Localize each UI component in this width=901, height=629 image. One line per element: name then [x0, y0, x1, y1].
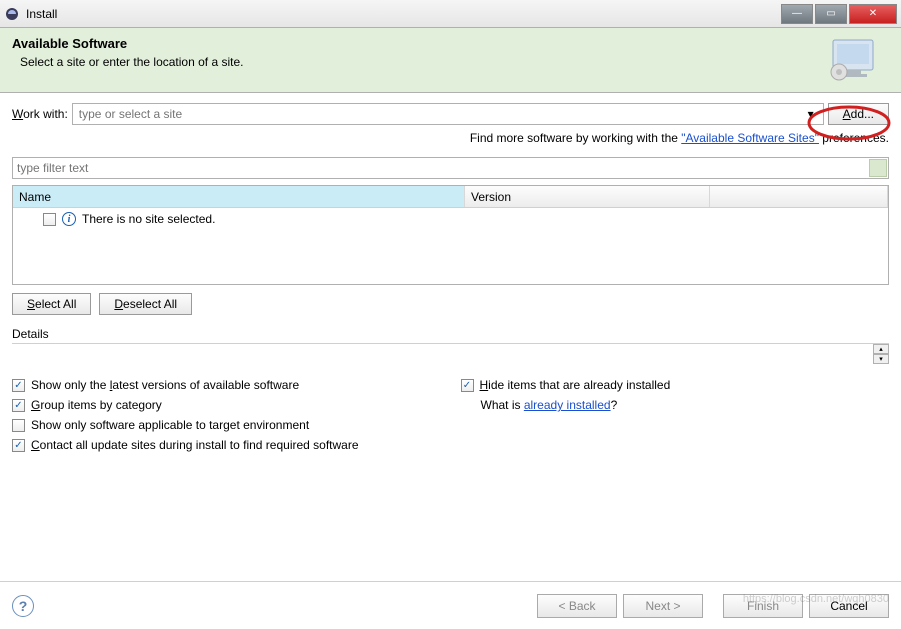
options-grid: ✓ Show only the latest versions of avail… — [12, 378, 889, 452]
dropdown-icon[interactable]: ▾ — [803, 107, 819, 121]
finish-button[interactable]: Finish — [723, 594, 803, 618]
column-rest — [710, 186, 888, 207]
clear-filter-button[interactable] — [869, 159, 887, 177]
add-button[interactable]: Add... — [828, 103, 889, 125]
header-subtitle: Select a site or enter the location of a… — [12, 55, 825, 69]
header-title: Available Software — [12, 36, 825, 51]
window-controls: — ▭ ✕ — [779, 4, 897, 24]
applicable-env-checkbox[interactable]: Show only software applicable to target … — [12, 418, 441, 432]
details-label: Details — [12, 327, 889, 344]
empty-message: There is no site selected. — [82, 212, 215, 226]
show-latest-checkbox[interactable]: ✓ Show only the latest versions of avail… — [12, 378, 441, 392]
work-with-combo[interactable]: ▾ — [72, 103, 824, 125]
cancel-button[interactable]: Cancel — [809, 594, 889, 618]
maximize-button[interactable]: ▭ — [815, 4, 847, 24]
minimize-button[interactable]: — — [781, 4, 813, 24]
info-icon: i — [62, 212, 76, 226]
filter-input[interactable] — [12, 157, 889, 179]
work-with-row: Work with: ▾ Add... — [12, 103, 889, 125]
work-with-input[interactable] — [77, 106, 803, 122]
close-button[interactable]: ✕ — [849, 4, 897, 24]
wizard-footer: ? < Back Next > Finish Cancel — [0, 581, 901, 629]
group-category-checkbox[interactable]: ✓ Group items by category — [12, 398, 441, 412]
select-all-button[interactable]: Select All — [12, 293, 91, 315]
back-button[interactable]: < Back — [537, 594, 617, 618]
wizard-header: Available Software Select a site or ente… — [0, 28, 901, 93]
details-box: ▴ ▾ — [12, 344, 889, 364]
filter-wrap — [12, 157, 889, 179]
deselect-all-button[interactable]: Deselect All — [99, 293, 192, 315]
table-row: i There is no site selected. — [13, 208, 888, 230]
find-more-hint: Find more software by working with the "… — [12, 131, 889, 145]
what-is-hint: What is already installed? — [461, 398, 890, 412]
column-version[interactable]: Version — [465, 186, 710, 207]
selection-buttons: Select All Deselect All — [12, 293, 889, 315]
hide-installed-checkbox[interactable]: ✓ Hide items that are already installed — [461, 378, 890, 392]
contact-sites-checkbox[interactable]: ✓ Contact all update sites during instal… — [12, 438, 889, 452]
eclipse-icon — [4, 6, 20, 22]
next-button[interactable]: Next > — [623, 594, 703, 618]
scroll-down-button[interactable]: ▾ — [873, 354, 889, 364]
title-bar: Install — ▭ ✕ — [0, 0, 901, 28]
install-wizard-icon — [825, 36, 881, 82]
table-header: Name Version — [13, 186, 888, 208]
available-sites-link[interactable]: "Available Software Sites" — [681, 131, 819, 145]
work-with-label: Work with: — [12, 107, 68, 121]
window-title: Install — [26, 7, 779, 21]
scroll-up-button[interactable]: ▴ — [873, 344, 889, 354]
column-name[interactable]: Name — [13, 186, 465, 207]
software-table: Name Version i There is no site selected… — [12, 185, 889, 285]
help-icon[interactable]: ? — [12, 595, 34, 617]
wizard-content: Work with: ▾ Add... Find more software b… — [0, 93, 901, 460]
already-installed-link[interactable]: already installed — [524, 398, 611, 412]
row-checkbox[interactable] — [43, 213, 56, 226]
